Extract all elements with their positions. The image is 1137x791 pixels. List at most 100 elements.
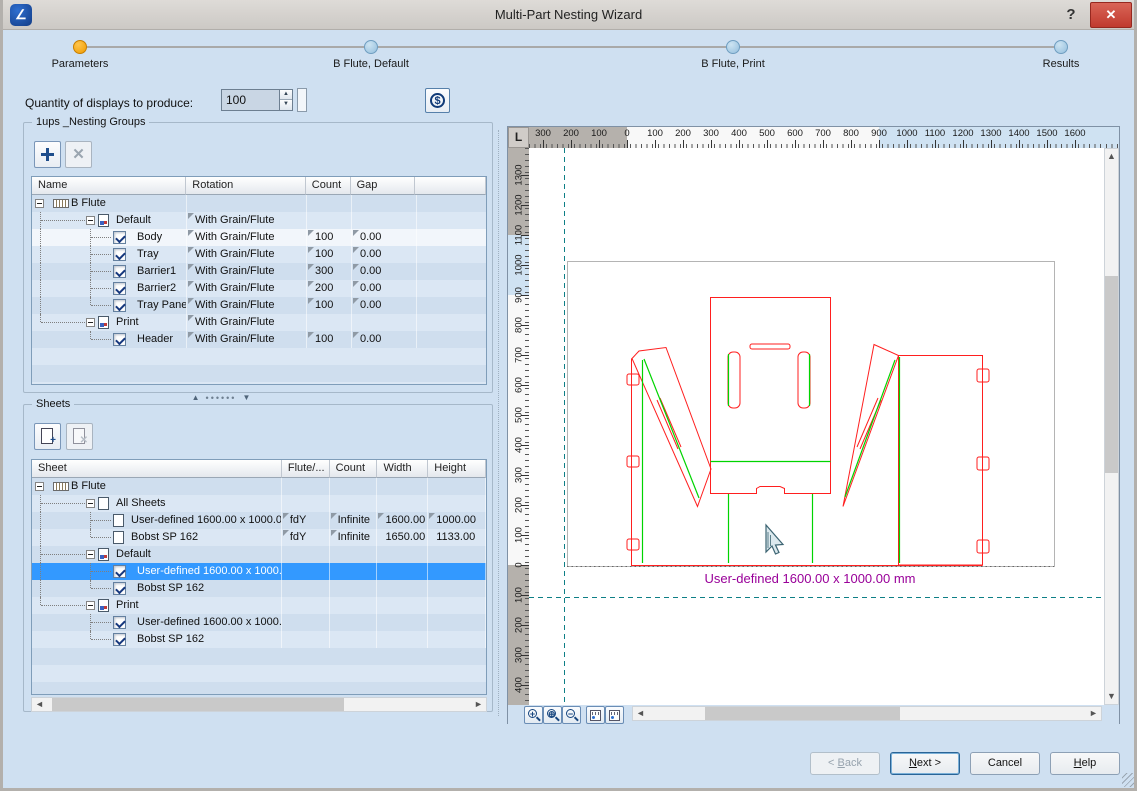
value-cell[interactable]: With Grain/Flute	[187, 331, 307, 348]
table-row[interactable]: Bobst SP 162	[32, 580, 486, 597]
value-cell[interactable]	[330, 631, 378, 648]
row-checkbox[interactable]	[113, 248, 126, 261]
column-header[interactable]: Count	[306, 177, 351, 195]
value-cell[interactable]	[428, 614, 486, 631]
value-cell[interactable]	[282, 495, 330, 512]
value-cell[interactable]	[282, 597, 330, 614]
row-checkbox[interactable]	[113, 582, 126, 595]
value-cell[interactable]: 100	[307, 331, 352, 348]
value-cell[interactable]	[187, 195, 307, 212]
value-cell[interactable]: Infinite	[330, 529, 378, 546]
table-row[interactable]: DefaultWith Grain/Flute	[32, 212, 486, 229]
table-row[interactable]: Barrier1With Grain/Flute3000.00	[32, 263, 486, 280]
preview-hscrollbar[interactable]: ◄ ►	[632, 706, 1102, 721]
value-cell[interactable]: 0.00	[352, 280, 417, 297]
tree-expand-icon[interactable]	[86, 318, 95, 327]
value-cell[interactable]	[428, 563, 486, 580]
value-cell[interactable]: 0.00	[352, 229, 417, 246]
value-cell[interactable]	[377, 478, 428, 495]
value-cell[interactable]	[377, 563, 428, 580]
drawing-canvas[interactable]: User-defined 1600.00 x 1000.00 mm	[529, 148, 1104, 705]
value-cell[interactable]: 0.00	[352, 331, 417, 348]
row-checkbox[interactable]	[113, 299, 126, 312]
value-cell[interactable]: Infinite	[330, 512, 378, 529]
scroll-left-icon[interactable]: ◄	[32, 698, 47, 711]
value-cell[interactable]	[330, 478, 378, 495]
table-row[interactable]: User-defined 1600.00 x 1000.00 mm	[32, 563, 486, 580]
scroll-right-icon[interactable]: ►	[471, 698, 486, 711]
value-cell[interactable]: With Grain/Flute	[187, 297, 307, 314]
row-checkbox[interactable]	[113, 231, 126, 244]
stepper-down-icon[interactable]: ▼	[280, 100, 292, 110]
scroll-right-icon[interactable]: ►	[1086, 707, 1101, 720]
table-row[interactable]: Barrier2With Grain/Flute2000.00	[32, 280, 486, 297]
stepper-up-icon[interactable]: ▲	[280, 90, 292, 100]
delete-group-button[interactable]: ✕	[65, 141, 92, 168]
value-cell[interactable]	[428, 478, 486, 495]
column-header[interactable]: Sheet	[32, 460, 282, 478]
value-cell[interactable]: fdY	[282, 512, 330, 529]
table-row[interactable]: TrayWith Grain/Flute1000.00	[32, 246, 486, 263]
table-row[interactable]: HeaderWith Grain/Flute1000.00	[32, 331, 486, 348]
value-cell[interactable]	[282, 478, 330, 495]
value-cell[interactable]	[428, 580, 486, 597]
table-row[interactable]: B Flute	[32, 478, 486, 495]
zoom-out-button[interactable]: −	[562, 706, 581, 724]
value-cell[interactable]	[428, 495, 486, 512]
value-cell[interactable]: 100	[307, 246, 352, 263]
table-row[interactable]: BodyWith Grain/Flute1000.00	[32, 229, 486, 246]
value-cell[interactable]: 200	[307, 280, 352, 297]
table-row[interactable]: Default	[32, 546, 486, 563]
quantity-stepper[interactable]: ▲ ▼	[279, 89, 293, 111]
add-sheet-button[interactable]: +	[34, 423, 61, 450]
value-cell[interactable]: 0.00	[352, 246, 417, 263]
table-row[interactable]: Bobst SP 162fdYInfinite1650.001133.00	[32, 529, 486, 546]
table-row[interactable]: User-defined 1600.00 x 1000.00 mm	[32, 614, 486, 631]
value-cell[interactable]: With Grain/Flute	[187, 263, 307, 280]
value-cell[interactable]: 0.00	[352, 263, 417, 280]
value-cell[interactable]	[330, 597, 378, 614]
cost-button[interactable]: $	[425, 88, 450, 113]
column-header[interactable]: Name	[32, 177, 186, 195]
splitter-down-icon[interactable]: ▼	[242, 393, 250, 402]
close-button[interactable]: ✕	[1090, 2, 1132, 28]
resize-grip[interactable]	[1122, 773, 1136, 787]
next-button[interactable]: Next >	[890, 752, 960, 775]
table-row[interactable]: All Sheets	[32, 495, 486, 512]
column-header[interactable]: Gap	[351, 177, 416, 195]
value-cell[interactable]: With Grain/Flute	[187, 229, 307, 246]
column-header[interactable]: Count	[330, 460, 378, 478]
column-header[interactable]: Rotation	[186, 177, 305, 195]
column-header[interactable]	[415, 177, 486, 195]
cancel-button[interactable]: Cancel	[970, 752, 1040, 775]
tree-expand-icon[interactable]	[35, 482, 44, 491]
value-cell[interactable]	[377, 631, 428, 648]
column-header[interactable]: Flute/...	[282, 460, 330, 478]
value-cell[interactable]	[282, 580, 330, 597]
step-dot-results[interactable]	[1054, 40, 1068, 54]
tree-expand-icon[interactable]	[86, 550, 95, 559]
row-checkbox[interactable]	[113, 282, 126, 295]
back-button[interactable]: < Back	[810, 752, 880, 775]
table-row[interactable]: PrintWith Grain/Flute	[32, 314, 486, 331]
value-cell[interactable]: fdY	[282, 529, 330, 546]
column-header[interactable]: Height	[428, 460, 486, 478]
tree-expand-icon[interactable]	[35, 199, 44, 208]
value-cell[interactable]	[428, 597, 486, 614]
scrollbar-thumb[interactable]	[52, 698, 344, 711]
toggle-vertical-ruler-button[interactable]	[586, 706, 605, 724]
column-header[interactable]: Width	[377, 460, 428, 478]
value-cell[interactable]: With Grain/Flute	[187, 280, 307, 297]
value-cell[interactable]	[377, 495, 428, 512]
tree-expand-icon[interactable]	[86, 601, 95, 610]
table-row[interactable]: Print	[32, 597, 486, 614]
toggle-horizontal-ruler-button[interactable]	[605, 706, 624, 724]
row-checkbox[interactable]	[113, 265, 126, 278]
tree-expand-icon[interactable]	[86, 216, 95, 225]
nesting-groups-table[interactable]: NameRotationCountGapB FluteDefaultWith G…	[31, 176, 487, 385]
value-cell[interactable]	[377, 597, 428, 614]
delete-sheet-button[interactable]: ✕	[66, 423, 93, 450]
value-cell[interactable]: 0.00	[352, 297, 417, 314]
value-cell[interactable]	[377, 614, 428, 631]
value-cell[interactable]: 100	[307, 229, 352, 246]
